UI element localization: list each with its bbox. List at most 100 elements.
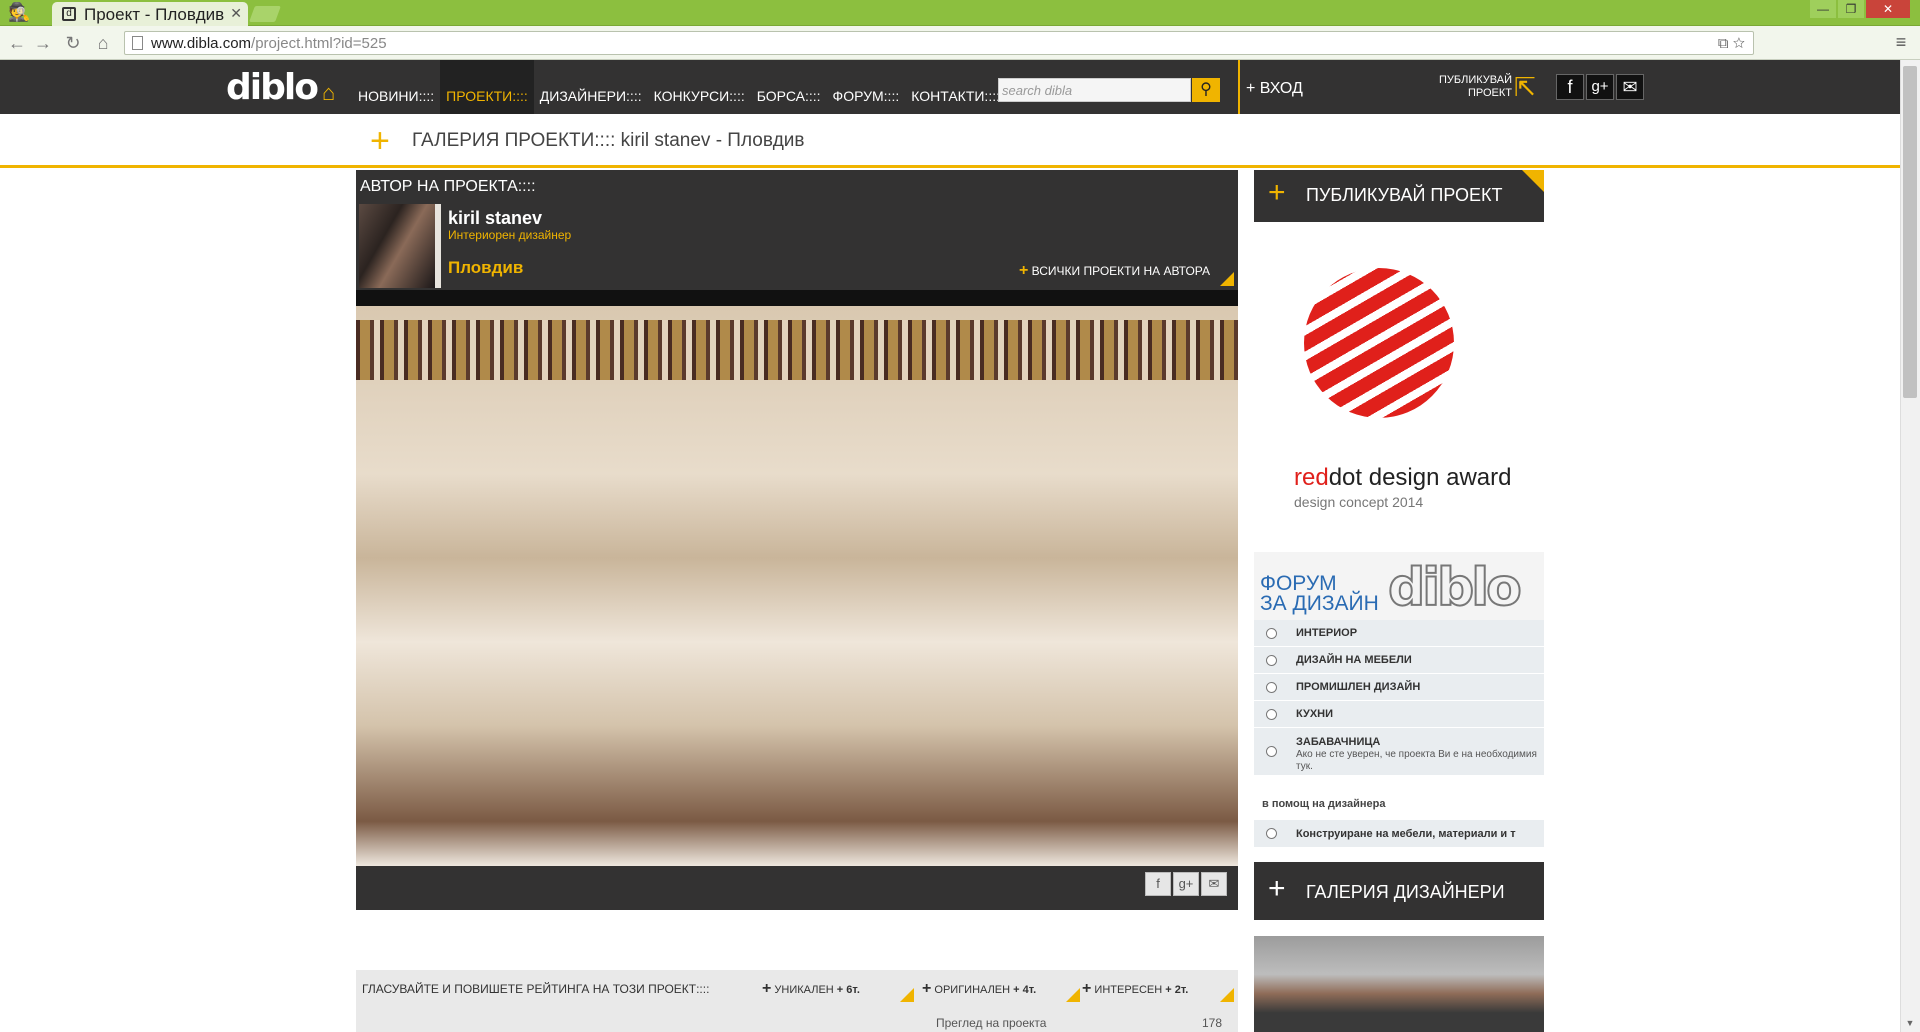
close-tab-icon[interactable]: ✕ [230,5,242,22]
share-google-plus-icon[interactable]: g+ [1173,872,1199,896]
publish-line-1: ПУБЛИКУВАЙ [1439,74,1512,86]
vote-original-points: + 4т. [1013,984,1037,996]
browser-tab[interactable]: d Проект - Пловдив ✕ [52,2,248,26]
forum-item-construction[interactable]: Конструиране на мебели, материали и т [1254,820,1544,848]
home-browser-icon[interactable]: ⌂ [92,32,114,54]
forum-item-label: КУХНИ [1296,708,1334,720]
arrow-up-left-icon[interactable]: ⇱ [1514,74,1536,100]
vote-unique[interactable]: + УНИКАЛЕН + 6т. [762,980,860,998]
url-host: www.dibla.com [151,35,252,52]
vote-original[interactable]: + ОРИГИНАЛЕН + 4т. [922,980,1036,998]
forward-icon[interactable]: → [32,32,54,54]
browser-menu-icon[interactable]: ≡ [1890,32,1912,54]
radio-icon [1266,828,1277,839]
forum-title: ФОРУМ ЗА ДИЗАЙН [1260,572,1379,615]
page-icon [132,36,143,50]
publish-line-2: ПРОЕКТ [1467,87,1512,99]
mail-icon[interactable]: ✉ [1616,74,1644,100]
nav-designers[interactable]: ДИЗАЙНЕРИ:::: [534,60,648,114]
bookmark-star-icon[interactable]: ⧉ ☆ [1718,35,1745,52]
views-label: Преглед на проекта [936,1016,1047,1030]
forum-item-kitchens[interactable]: КУХНИ [1254,701,1544,728]
project-image-frame [356,290,1238,866]
breadcrumb-text: ГАЛЕРИЯ ПРОЕКТИ:::: kiril stanev - Пловд… [412,130,805,151]
incognito-icon: 🕵 [8,2,31,22]
designers-gallery-box[interactable]: + ГАЛЕРИЯ ДИЗАЙНЕРИ [1254,862,1544,920]
search-input[interactable]: search dibla [998,78,1191,102]
corner-triangle-icon [1220,272,1234,286]
radio-icon [1266,746,1277,757]
nav-forum[interactable]: ФОРУМ:::: [827,60,906,114]
forum-title-1: ФОРУМ [1260,572,1337,595]
vote-unique-points: + 6т. [836,984,860,996]
nav-contacts[interactable]: КОНТАКТИ:::: [905,60,1006,114]
site-logo[interactable]: diblo [226,70,319,106]
author-panel: АВТОР НА ПРОЕКТА:::: kiril stanev Интери… [356,170,1238,290]
all-projects-link[interactable]: + ВСИЧКИ ПРОЕКТИ НА АВТОРА [1019,262,1210,280]
forum-item-label: ПРОМИШЛЕН ДИЗАЙН [1296,681,1421,693]
plus-icon: + [1018,262,1029,279]
publish-project-box[interactable]: + ПУБЛИКУВАЙ ПРОЕКТ [1254,170,1544,222]
vote-interesting[interactable]: + ИНТЕРЕСЕН + 2т. [1082,980,1188,998]
nav-news[interactable]: НОВИНИ:::: [352,60,440,114]
vote-bar: ГЛАСУВАЙТЕ И ПОВИШЕТЕ РЕЙТИНГА НА ТОЗИ П… [356,970,1238,1032]
new-tab-button[interactable] [249,6,281,22]
reload-icon[interactable]: ↻ [62,32,84,54]
minimize-icon[interactable]: — [1810,0,1836,18]
nav-projects[interactable]: ПРОЕКТИ:::: [440,60,534,114]
photo-railing [356,320,1238,380]
maximize-icon[interactable]: ❐ [1838,0,1864,18]
reddot-red: red [1294,464,1329,491]
vote-interesting-label: ИНТЕРЕСЕН [1094,984,1163,996]
browser-tab-strip: 🕵 d Проект - Пловдив ✕ — ❐ ✕ [0,0,1920,26]
scroll-down-icon[interactable]: ▼ [1900,1014,1920,1032]
browser-toolbar: ← → ↻ ⌂ www.dibla.com/project.html?id=52… [0,26,1920,60]
forum-title-2: ЗА ДИЗАЙН [1260,592,1379,615]
publish-project-link[interactable]: ПУБЛИКУВАЙ ПРОЕКТ [1420,74,1512,100]
publish-project-label: ПУБЛИКУВАЙ ПРОЕКТ [1306,185,1503,205]
vote-original-label: ОРИГИНАЛЕН [934,984,1011,996]
corner-triangle-icon [900,988,914,1002]
radio-icon [1266,628,1277,639]
forum-item-fun[interactable]: ЗАБАВАЧНИЦА Ако не сте уверен, че проекта… [1254,728,1544,776]
plus-icon: + [370,122,390,160]
nav-contests[interactable]: КОНКУРСИ:::: [648,60,751,114]
back-icon[interactable]: ← [6,32,28,54]
login-label: ВХОД [1259,80,1303,97]
main-nav: НОВИНИ:::: ПРОЕКТИ:::: ДИЗАЙНЕРИ:::: КОН… [352,60,1006,114]
vote-interesting-points: + 2т. [1165,984,1189,996]
search-icon[interactable]: ⚲ [1192,78,1220,102]
forum-item-industrial[interactable]: ПРОМИШЛЕН ДИЗАЙН [1254,674,1544,701]
helper-heading: в помощ на дизайнера [1262,798,1386,810]
radio-icon [1266,709,1277,720]
radio-icon [1266,655,1277,666]
home-icon[interactable]: ⌂ [322,80,335,106]
share-facebook-icon[interactable]: f [1145,872,1171,896]
author-name[interactable]: kiril stanev [448,208,542,229]
facebook-icon[interactable]: f [1556,74,1584,100]
forum-item-label: ЗАБАВАЧНИЦА [1296,736,1381,748]
address-bar[interactable]: www.dibla.com/project.html?id=525 ⧉ ☆ [124,31,1754,55]
login-link[interactable]: + ВХОД [1246,80,1303,98]
author-role: Интериорен дизайнер [448,228,572,242]
breadcrumb: + ГАЛЕРИЯ ПРОЕКТИ:::: kiril stanev - Пло… [0,114,1900,168]
forum-item-label: ИНТЕРИОР [1296,627,1358,639]
forum-item-interior[interactable]: ИНТЕРИОР [1254,620,1544,647]
reddot-logo-icon [1304,268,1454,418]
url-path: /project.html?id=525 [251,35,387,52]
reddot-banner[interactable]: reddot design award design concept 2014 [1254,222,1544,552]
views-value: 178 [1202,1016,1223,1030]
project-photo[interactable] [356,306,1238,866]
google-plus-icon[interactable]: g+ [1586,74,1614,100]
vote-unique-label: УНИКАЛЕН [774,984,834,996]
share-mail-icon[interactable]: ✉ [1201,872,1227,896]
plus-icon: + [1268,176,1286,209]
forum-item-label: Конструиране на мебели, материали и т [1296,828,1516,840]
designer-photo[interactable] [1254,936,1544,1032]
forum-item-furniture[interactable]: ДИЗАЙН НА МЕБЕЛИ [1254,647,1544,674]
avatar[interactable] [359,204,441,288]
forum-banner[interactable]: ФОРУМ ЗА ДИЗАЙН diblo [1254,552,1544,620]
scrollbar-thumb[interactable] [1903,66,1917,398]
nav-market[interactable]: БОРСА:::: [751,60,827,114]
close-window-icon[interactable]: ✕ [1866,0,1910,18]
